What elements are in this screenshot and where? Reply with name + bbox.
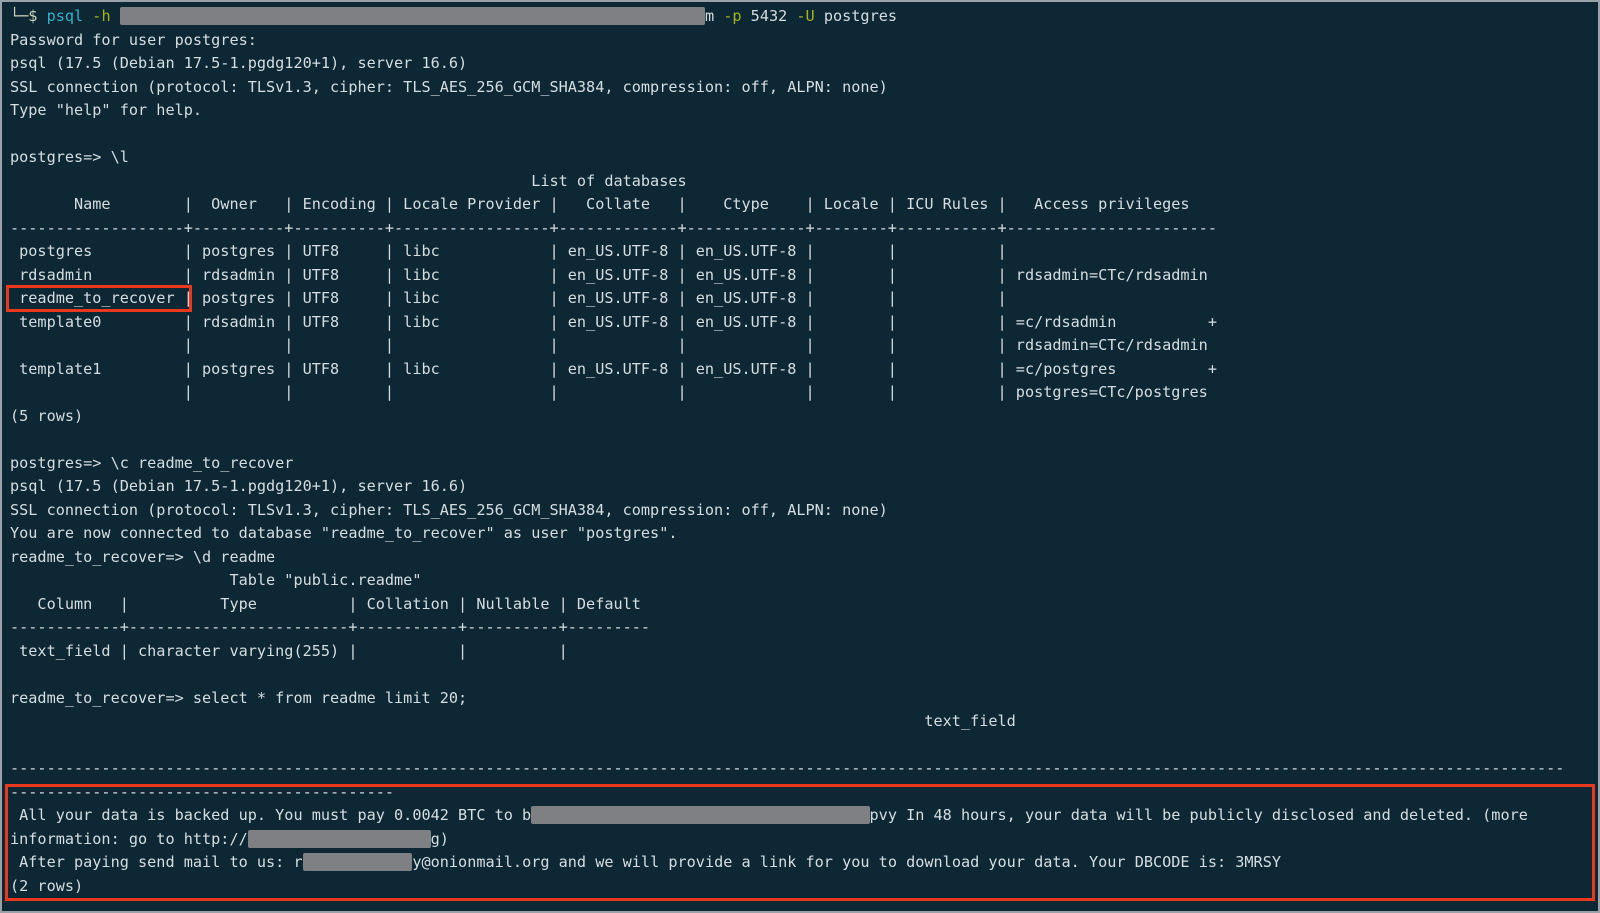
terminal-text: pvy In 48 hours, your data will be publi… bbox=[870, 806, 1528, 824]
terminal-line: Password for user postgres: bbox=[10, 29, 1598, 53]
terminal-text: (2 rows) bbox=[10, 877, 83, 895]
terminal-line: After paying send mail to us: r y@onionm… bbox=[10, 851, 1598, 875]
terminal-line: Table "public.readme" bbox=[10, 569, 1598, 593]
terminal-line: postgres | postgres | UTF8 | libc | en_U… bbox=[10, 240, 1598, 264]
redacted-text bbox=[303, 853, 413, 871]
terminal-line: rdsadmin | rdsadmin | UTF8 | libc | en_U… bbox=[10, 264, 1598, 288]
terminal-text: postgres=> \l bbox=[10, 148, 129, 166]
terminal-text: After paying send mail to us: r bbox=[10, 853, 303, 871]
terminal-line: psql (17.5 (Debian 17.5-1.pgdg120+1), se… bbox=[10, 52, 1598, 76]
terminal-line: You are now connected to database "readm… bbox=[10, 522, 1598, 546]
terminal-line: template0 | rdsadmin | UTF8 | libc | en_… bbox=[10, 311, 1598, 335]
terminal-text: g) bbox=[431, 830, 449, 848]
terminal-text: (5 rows) bbox=[10, 407, 83, 425]
terminal-text: You are now connected to database "readm… bbox=[10, 524, 678, 542]
terminal-window: { "terminal": { "colors": { "background"… bbox=[0, 0, 1600, 913]
terminal-line: postgres=> \c readme_to_recover bbox=[10, 452, 1598, 476]
terminal-text: text_field | character varying(255) | | … bbox=[10, 642, 568, 660]
terminal-line: ----------------------------------------… bbox=[10, 781, 1598, 805]
terminal-line: readme_to_recover=> select * from readme… bbox=[10, 687, 1598, 711]
terminal-line: List of databases bbox=[10, 170, 1598, 194]
terminal-text: ------------+------------------------+--… bbox=[10, 618, 650, 636]
terminal-text: List of databases bbox=[10, 172, 687, 190]
terminal-text: -p bbox=[723, 7, 741, 25]
terminal-line: psql (17.5 (Debian 17.5-1.pgdg120+1), se… bbox=[10, 475, 1598, 499]
terminal-line: template1 | postgres | UTF8 | libc | en_… bbox=[10, 358, 1598, 382]
terminal-text: m bbox=[705, 7, 723, 25]
terminal-line: SSL connection (protocol: TLSv1.3, ciphe… bbox=[10, 499, 1598, 523]
terminal-line bbox=[10, 734, 1598, 758]
terminal-line: readme_to_recover | postgres | UTF8 | li… bbox=[10, 287, 1598, 311]
terminal-text: readme_to_recover | postgres | UTF8 | li… bbox=[10, 289, 1007, 307]
redacted-text bbox=[120, 7, 705, 25]
terminal-text: readme_to_recover=> \d readme bbox=[10, 548, 275, 566]
terminal-line: (2 rows) bbox=[10, 875, 1598, 899]
redacted-text bbox=[531, 806, 869, 824]
terminal-text: template0 | rdsadmin | UTF8 | libc | en_… bbox=[10, 313, 1217, 331]
terminal-line: postgres=> \l bbox=[10, 146, 1598, 170]
terminal-line bbox=[10, 428, 1598, 452]
terminal-output[interactable]: └─$ psql -h m -p 5432 -U postgres Passwor… bbox=[2, 2, 1598, 898]
terminal-line bbox=[10, 123, 1598, 147]
terminal-line: Name | Owner | Encoding | Locale Provide… bbox=[10, 193, 1598, 217]
terminal-text: y@onionmail.org and we will provide a li… bbox=[412, 853, 1281, 871]
terminal-text: Type "help" for help. bbox=[10, 101, 202, 119]
terminal-line: Column | Type | Collation | Nullable | D… bbox=[10, 593, 1598, 617]
terminal-line: (5 rows) bbox=[10, 405, 1598, 429]
terminal-text: Column | Type | Collation | Nullable | D… bbox=[10, 595, 641, 613]
terminal-text: -h bbox=[92, 7, 119, 25]
terminal-text: postgres bbox=[815, 7, 897, 25]
terminal-line: All your data is backed up. You must pay… bbox=[10, 804, 1598, 828]
terminal-text: SSL connection (protocol: TLSv1.3, ciphe… bbox=[10, 78, 888, 96]
terminal-text: ----------------------------------------… bbox=[10, 759, 1564, 777]
terminal-text: Name | Owner | Encoding | Locale Provide… bbox=[10, 195, 1190, 213]
terminal-text: psql (17.5 (Debian 17.5-1.pgdg120+1), se… bbox=[10, 54, 467, 72]
terminal-text: 5432 bbox=[742, 7, 797, 25]
redacted-text bbox=[248, 830, 431, 848]
terminal-line: information: go to http:// g) bbox=[10, 828, 1598, 852]
terminal-text: ----------------------------------------… bbox=[10, 783, 394, 801]
terminal-line: -------------------+----------+---------… bbox=[10, 217, 1598, 241]
terminal-line: | | | | | | | | postgres=CTc/postgres bbox=[10, 381, 1598, 405]
terminal-text: psql (17.5 (Debian 17.5-1.pgdg120+1), se… bbox=[10, 477, 467, 495]
terminal-text: └─$ bbox=[10, 7, 47, 25]
terminal-text: All your data is backed up. You must pay… bbox=[10, 806, 531, 824]
terminal-line: text_field bbox=[10, 710, 1598, 734]
terminal-line: text_field | character varying(255) | | … bbox=[10, 640, 1598, 664]
terminal-text: postgres=> \c readme_to_recover bbox=[10, 454, 293, 472]
terminal-text: template1 | postgres | UTF8 | libc | en_… bbox=[10, 360, 1217, 378]
terminal-text: readme_to_recover=> select * from readme… bbox=[10, 689, 467, 707]
terminal-text: -U bbox=[796, 7, 814, 25]
terminal-text: -------------------+----------+---------… bbox=[10, 219, 1217, 237]
terminal-text: information: go to http:// bbox=[10, 830, 248, 848]
terminal-text: text_field bbox=[10, 712, 1016, 730]
terminal-text: Password for user postgres: bbox=[10, 31, 257, 49]
terminal-text: postgres | postgres | UTF8 | libc | en_U… bbox=[10, 242, 1007, 260]
terminal-text: rdsadmin | rdsadmin | UTF8 | libc | en_U… bbox=[10, 266, 1208, 284]
terminal-line bbox=[10, 663, 1598, 687]
terminal-text: SSL connection (protocol: TLSv1.3, ciphe… bbox=[10, 501, 888, 519]
terminal-text: | | | | | | | | postgres=CTc/postgres bbox=[10, 383, 1208, 401]
terminal-line: | | | | | | | | rdsadmin=CTc/rdsadmin bbox=[10, 334, 1598, 358]
terminal-text: | | | | | | | | rdsadmin=CTc/rdsadmin bbox=[10, 336, 1208, 354]
terminal-line: ----------------------------------------… bbox=[10, 757, 1598, 781]
terminal-line: Type "help" for help. bbox=[10, 99, 1598, 123]
terminal-line: └─$ psql -h m -p 5432 -U postgres bbox=[10, 5, 1598, 29]
terminal-line: ------------+------------------------+--… bbox=[10, 616, 1598, 640]
terminal-text: psql bbox=[47, 7, 93, 25]
terminal-line: SSL connection (protocol: TLSv1.3, ciphe… bbox=[10, 76, 1598, 100]
terminal-line: readme_to_recover=> \d readme bbox=[10, 546, 1598, 570]
terminal-text: Table "public.readme" bbox=[10, 571, 421, 589]
